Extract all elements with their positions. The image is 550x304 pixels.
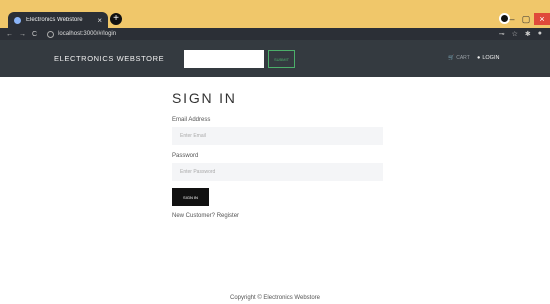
browser-tab-strip: Electronics Webstore × + – ▢ × xyxy=(0,0,550,28)
email-label: Email Address xyxy=(172,117,211,123)
back-icon[interactable]: ← xyxy=(6,31,13,38)
page-title: SIGN IN xyxy=(172,90,237,106)
tab-favicon-icon xyxy=(14,16,21,24)
address-bar[interactable]: localhost:3000/#/login xyxy=(47,29,499,39)
site-navbar: ELECTRONICS WEBSTORE SUBMIT 🛒 CART ● LOG… xyxy=(0,40,550,77)
browser-toolbar: ← → C localhost:3000/#/login ⊸ ☆ ✱ ● xyxy=(0,28,550,40)
new-tab-button[interactable]: + xyxy=(110,13,122,25)
email-field[interactable]: Enter Email xyxy=(172,127,383,145)
brand-logo[interactable]: ELECTRONICS WEBSTORE xyxy=(54,54,164,63)
login-label: LOGIN xyxy=(482,55,500,61)
tab-close-icon[interactable]: × xyxy=(97,16,102,25)
bookmark-star-icon[interactable]: ☆ xyxy=(512,30,518,38)
minimize-icon[interactable]: – xyxy=(506,13,518,25)
window-controls: – ▢ × xyxy=(504,10,550,28)
browser-tab[interactable]: Electronics Webstore × xyxy=(8,12,108,28)
cart-label: CART xyxy=(456,55,470,61)
maximize-icon[interactable]: ▢ xyxy=(520,13,532,25)
site-info-icon[interactable] xyxy=(47,30,55,38)
register-link[interactable]: Register xyxy=(217,213,239,219)
browser-nav: ← → C xyxy=(6,31,37,38)
new-customer-line: New Customer? Register xyxy=(172,213,239,219)
user-icon: ● xyxy=(477,55,481,61)
password-field[interactable]: Enter Password xyxy=(172,163,383,181)
sign-in-button[interactable]: SIGN IN xyxy=(172,188,209,206)
search-input[interactable] xyxy=(184,50,264,68)
toolbar-icons: ⊸ ☆ ✱ ● xyxy=(499,30,542,38)
password-label: Password xyxy=(172,153,199,159)
cart-icon: 🛒 xyxy=(448,55,455,61)
forward-icon[interactable]: → xyxy=(19,31,26,38)
extensions-icon[interactable]: ✱ xyxy=(525,30,531,38)
reload-icon[interactable]: C xyxy=(32,31,37,38)
footer-copyright: Copyright © Electronics Webstore xyxy=(229,295,320,301)
login-link[interactable]: ● LOGIN xyxy=(477,55,499,61)
key-icon[interactable]: ⊸ xyxy=(499,30,505,38)
cart-link[interactable]: 🛒 CART xyxy=(448,55,470,61)
account-icon[interactable]: ● xyxy=(538,30,542,38)
new-customer-text: New Customer? xyxy=(172,213,216,219)
window-close-icon[interactable]: × xyxy=(534,13,550,25)
address-url: localhost:3000/#/login xyxy=(58,31,117,37)
submit-button[interactable]: SUBMIT xyxy=(268,50,295,68)
tab-title: Electronics Webstore xyxy=(26,17,83,23)
